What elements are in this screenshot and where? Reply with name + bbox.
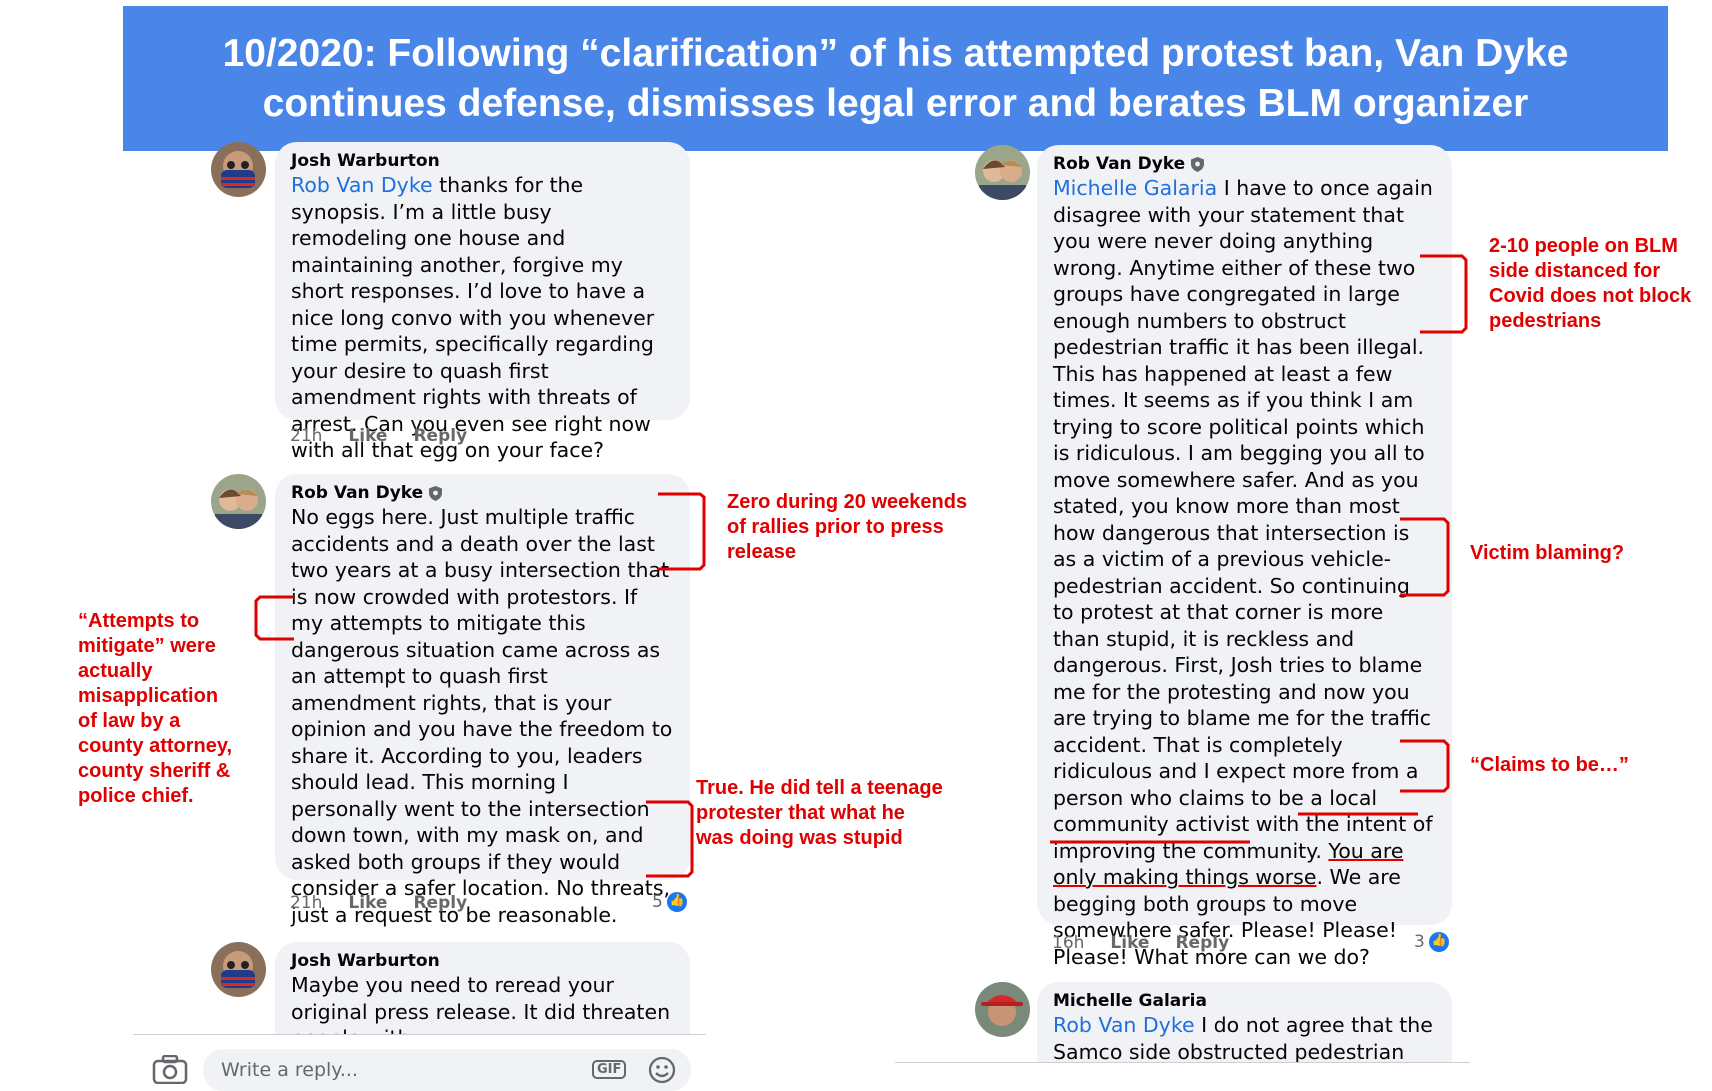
comment-actions: 16h Like Reply (1052, 933, 1229, 953)
avatar[interactable] (211, 942, 266, 997)
reaction-summary[interactable]: 3 (1414, 932, 1449, 952)
gif-icon[interactable]: GIF (592, 1060, 627, 1079)
reaction-summary[interactable]: 5 (652, 892, 687, 912)
annotation-true-stupid: True. He did tell a teenage protester th… (696, 777, 943, 849)
like-button[interactable]: Like (348, 426, 387, 446)
reply-placeholder: Write a reply... (221, 1059, 358, 1081)
comment-author[interactable]: Josh Warburton (291, 950, 674, 972)
red-cap-avatar-icon (975, 982, 1030, 1037)
reaction-count: 5 (652, 892, 663, 912)
title-banner: 10/2020: Following “clarification” of hi… (123, 6, 1668, 151)
comment-author[interactable]: Michelle Galaria (1053, 990, 1436, 1012)
mention-link[interactable]: Rob Van Dyke (1053, 1013, 1195, 1037)
comment-bubble: Rob Van Dyke Michelle Galaria I have to … (1037, 145, 1452, 969)
comment-text: Rob Van Dyke I do not agree that the Sam… (1053, 1012, 1436, 1062)
comment-author-row: Rob Van Dyke (291, 482, 674, 504)
divider (133, 1034, 706, 1035)
comment-body: thanks for the synopsis. I’m a little bu… (291, 173, 655, 462)
comment-text: Rob Van Dyke thanks for the synopsis. I’… (291, 172, 674, 464)
reply-button[interactable]: Reply (413, 893, 467, 913)
mention-link[interactable]: Michelle Galaria (1053, 176, 1217, 200)
couple-avatar-icon (975, 145, 1030, 200)
comment-body: Maybe you need to reread your original p… (291, 973, 671, 1034)
reply-button[interactable]: Reply (413, 426, 467, 446)
comment-author[interactable]: Rob Van Dyke (1053, 153, 1185, 175)
comment-body: No eggs here. Just multiple traffic acci… (291, 505, 673, 927)
gif-label: GIF (597, 1062, 622, 1077)
divider (895, 1062, 1470, 1063)
couple-avatar-icon (211, 474, 266, 529)
comment-text: Michelle Galaria I have to once again di… (1053, 175, 1436, 970)
avatar[interactable] (211, 142, 266, 197)
comment-time[interactable]: 16h (1052, 933, 1084, 953)
annotation-claims-to-be: “Claims to be…” (1470, 754, 1629, 776)
like-reaction-icon (666, 892, 687, 912)
comment-author-row: Rob Van Dyke (1053, 153, 1436, 175)
comment-bubble: Michelle Galaria Rob Van Dyke I do not a… (1037, 982, 1452, 1062)
comment-actions: 21h Like Reply (290, 426, 467, 446)
annotation-zero-rallies: Zero during 20 weekends of rallies prior… (727, 491, 968, 563)
comment-time[interactable]: 21h (290, 893, 322, 913)
like-button[interactable]: Like (1110, 933, 1149, 953)
comment-time[interactable]: 21h (290, 426, 322, 446)
emoji-icon[interactable] (648, 1056, 676, 1084)
reply-button[interactable]: Reply (1175, 933, 1229, 953)
comment-body: I have to once again disagree with your … (1053, 176, 1433, 863)
avatar[interactable] (975, 982, 1030, 1037)
banner-line-1: 10/2020: Following “clarification” of hi… (222, 32, 1569, 75)
reaction-count: 3 (1414, 932, 1425, 952)
annotation-victim-blaming: Victim blaming? (1470, 542, 1625, 564)
shield-icon (429, 485, 443, 501)
comment-bubble: Josh Warburton Rob Van Dyke thanks for t… (275, 142, 690, 462)
avatar[interactable] (211, 474, 266, 529)
comment-bubble: Josh Warburton Maybe you need to reread … (275, 942, 690, 1034)
banner-line-2: continues defense, dismisses legal error… (262, 82, 1529, 125)
shield-icon (1191, 156, 1205, 172)
mention-link[interactable]: Rob Van Dyke (291, 173, 433, 197)
camera-icon[interactable] (152, 1055, 188, 1084)
like-reaction-icon (1428, 932, 1449, 952)
comment-author[interactable]: Rob Van Dyke (291, 482, 423, 504)
annotation-attempts-mitigate: “Attempts to mitigate” were actually mis… (78, 610, 233, 807)
annotation-blm-distanced: 2-10 people on BLM side distanced for Co… (1489, 235, 1692, 332)
masked-person-avatar-icon (211, 942, 266, 997)
like-button[interactable]: Like (348, 893, 387, 913)
comment-author[interactable]: Josh Warburton (291, 150, 674, 172)
comment-bubble: Rob Van Dyke No eggs here. Just multiple… (275, 474, 690, 927)
masked-person-avatar-icon (211, 142, 266, 197)
avatar[interactable] (975, 145, 1030, 200)
comment-actions: 21h Like Reply (290, 893, 467, 913)
